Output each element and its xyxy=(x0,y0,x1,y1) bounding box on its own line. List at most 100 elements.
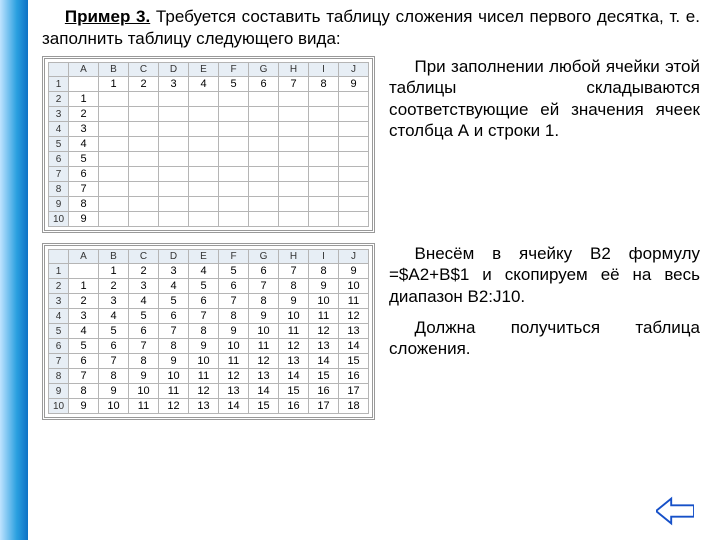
cell: 9 xyxy=(339,264,369,279)
cell: 16 xyxy=(279,399,309,414)
cell: 6 xyxy=(159,309,189,324)
cell xyxy=(99,212,129,227)
column-header: J xyxy=(339,250,369,264)
row-header: 1 xyxy=(49,264,69,279)
cell xyxy=(99,137,129,152)
cell xyxy=(159,137,189,152)
column-header: H xyxy=(279,63,309,77)
cell xyxy=(159,212,189,227)
column-header: C xyxy=(129,63,159,77)
arrow-left-icon xyxy=(656,496,694,526)
row-header: 6 xyxy=(49,339,69,354)
cell: 5 xyxy=(189,279,219,294)
cell: 8 xyxy=(99,369,129,384)
cell: 6 xyxy=(99,339,129,354)
cell xyxy=(129,197,159,212)
cell: 15 xyxy=(279,384,309,399)
cell xyxy=(159,197,189,212)
cell xyxy=(159,182,189,197)
cell xyxy=(339,122,369,137)
cell xyxy=(249,197,279,212)
cell: 2 xyxy=(129,77,159,92)
cell xyxy=(219,197,249,212)
example-label: Пример 3. xyxy=(65,7,150,26)
cell xyxy=(249,152,279,167)
cell: 5 xyxy=(159,294,189,309)
cell: 9 xyxy=(159,354,189,369)
cell: 4 xyxy=(159,279,189,294)
row-header: 7 xyxy=(49,167,69,182)
cell: 14 xyxy=(339,339,369,354)
cell xyxy=(129,92,159,107)
paragraph-2: Внесём в ячейку В2 формулу =$A2+B$1 и ск… xyxy=(389,243,700,307)
cell xyxy=(279,197,309,212)
row-header: 2 xyxy=(49,92,69,107)
cell: 12 xyxy=(249,354,279,369)
paragraph-1: При заполнении любой ячейки этой таблицы… xyxy=(389,56,700,141)
cell xyxy=(219,137,249,152)
row-header: 9 xyxy=(49,197,69,212)
cell: 11 xyxy=(309,309,339,324)
column-header: C xyxy=(129,250,159,264)
cell xyxy=(279,212,309,227)
cell: 8 xyxy=(69,197,99,212)
cell xyxy=(69,264,99,279)
cell: 6 xyxy=(249,264,279,279)
cell xyxy=(339,197,369,212)
cell xyxy=(129,182,159,197)
row-header: 3 xyxy=(49,294,69,309)
cell xyxy=(219,122,249,137)
cell: 7 xyxy=(189,309,219,324)
cell: 11 xyxy=(159,384,189,399)
cell: 8 xyxy=(309,77,339,92)
cell: 11 xyxy=(279,324,309,339)
spreadsheet-empty: ABCDEFGHIJ11234567892132435465768798109 xyxy=(42,56,375,233)
row-header: 1 xyxy=(49,77,69,92)
cell xyxy=(249,107,279,122)
cell: 6 xyxy=(129,324,159,339)
cell: 6 xyxy=(189,294,219,309)
cell xyxy=(309,137,339,152)
paragraph-3: Должна получиться таблица сложения. xyxy=(389,317,700,360)
row-header: 3 xyxy=(49,107,69,122)
cell: 4 xyxy=(69,137,99,152)
cell xyxy=(99,107,129,122)
cell: 12 xyxy=(189,384,219,399)
column-header: D xyxy=(159,63,189,77)
cell xyxy=(309,107,339,122)
cell: 10 xyxy=(189,354,219,369)
cell: 10 xyxy=(279,309,309,324)
cell xyxy=(129,137,159,152)
cell: 9 xyxy=(189,339,219,354)
column-header: G xyxy=(249,63,279,77)
cell: 9 xyxy=(309,279,339,294)
cell: 1 xyxy=(99,264,129,279)
column-header: H xyxy=(279,250,309,264)
cell xyxy=(279,137,309,152)
cell: 9 xyxy=(339,77,369,92)
cell: 7 xyxy=(129,339,159,354)
column-header: D xyxy=(159,250,189,264)
cell: 8 xyxy=(159,339,189,354)
cell: 8 xyxy=(69,384,99,399)
row-header: 6 xyxy=(49,152,69,167)
cell: 7 xyxy=(279,77,309,92)
cell: 11 xyxy=(249,339,279,354)
cell: 1 xyxy=(69,92,99,107)
cell xyxy=(219,92,249,107)
cell xyxy=(249,92,279,107)
cell: 4 xyxy=(189,77,219,92)
column-header: E xyxy=(189,63,219,77)
cell xyxy=(219,107,249,122)
cell xyxy=(189,107,219,122)
prev-arrow-button[interactable] xyxy=(656,496,694,526)
decorative-blue-strip xyxy=(0,0,28,540)
cell: 17 xyxy=(339,384,369,399)
cell: 7 xyxy=(69,182,99,197)
cell: 8 xyxy=(189,324,219,339)
cell xyxy=(129,212,159,227)
cell: 9 xyxy=(279,294,309,309)
cell xyxy=(279,182,309,197)
cell: 2 xyxy=(99,279,129,294)
cell: 16 xyxy=(309,384,339,399)
